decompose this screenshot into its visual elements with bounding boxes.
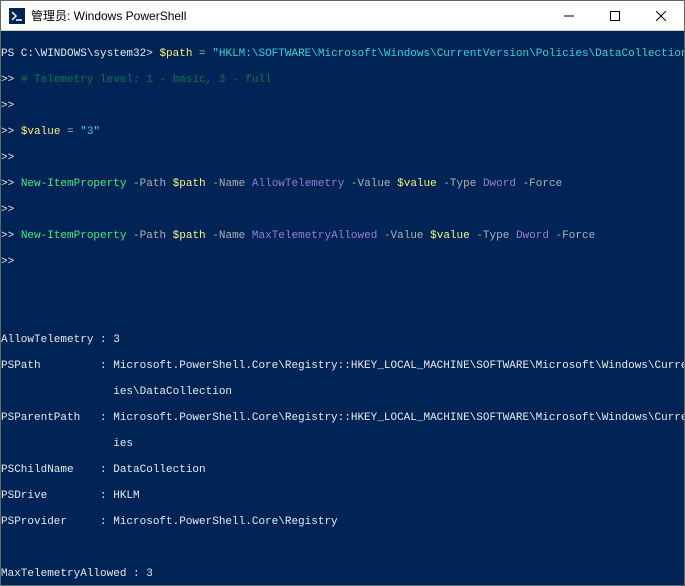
output-line: MaxTelemetryAllowed : 3 xyxy=(1,568,684,581)
ps-param: -Type xyxy=(437,178,483,190)
output-line: AllowTelemetry : 3 xyxy=(1,334,684,347)
ps-string: "3" xyxy=(80,126,100,138)
cont-prompt: >> xyxy=(1,230,14,242)
titlebar[interactable]: 管理员: Windows PowerShell xyxy=(1,1,684,31)
output-line: PSChildName : DataCollection xyxy=(1,464,684,477)
output-line: PSParentPath : Microsoft.PowerShell.Core… xyxy=(1,412,684,425)
ps-value: AllowTelemetry xyxy=(252,178,344,190)
cont-prompt: >> xyxy=(1,204,14,216)
ps-comment: # Telemetry level: 1 - basic, 3 - full xyxy=(21,74,272,86)
minimize-button[interactable] xyxy=(546,1,592,31)
prompt: PS C:\WINDOWS\system32> xyxy=(1,48,153,60)
cont-prompt: >> xyxy=(1,152,14,164)
output-line: ies xyxy=(1,438,684,451)
ps-param: -Path xyxy=(126,230,172,242)
powershell-icon xyxy=(9,8,25,24)
terminal-line: >> $value = "3" xyxy=(1,126,684,139)
ps-param: -Value xyxy=(344,178,397,190)
terminal-line: >> xyxy=(1,204,684,217)
terminal-line: PS C:\WINDOWS\system32> $path = "HKLM:\S… xyxy=(1,48,684,61)
ps-param: -Force xyxy=(516,178,562,190)
ps-variable: $path xyxy=(173,230,206,242)
ps-string: "HKLM:\SOFTWARE\Microsoft\Windows\Curren… xyxy=(212,48,684,60)
terminal-line: >> xyxy=(1,152,684,165)
ps-operator: = xyxy=(60,126,80,138)
ps-param: -Name xyxy=(206,230,252,242)
ps-variable: $value xyxy=(430,230,470,242)
terminal-line: >> New-ItemProperty -Path $path -Name Ma… xyxy=(1,230,684,243)
terminal-area[interactable]: PS C:\WINDOWS\system32> $path = "HKLM:\S… xyxy=(1,31,684,585)
ps-param: -Value xyxy=(377,230,430,242)
terminal-line: >> New-ItemProperty -Path $path -Name Al… xyxy=(1,178,684,191)
terminal-line: >> xyxy=(1,100,684,113)
ps-param: -Force xyxy=(549,230,595,242)
ps-cmdlet: New-ItemProperty xyxy=(21,178,127,190)
ps-variable: $path xyxy=(159,48,192,60)
ps-variable: $value xyxy=(397,178,437,190)
ps-param: -Name xyxy=(206,178,252,190)
terminal-line xyxy=(1,542,684,555)
close-button[interactable] xyxy=(638,1,684,31)
output-line: ies\DataCollection xyxy=(1,386,684,399)
window-title: 管理员: Windows PowerShell xyxy=(31,7,186,24)
terminal-line xyxy=(1,282,684,295)
cont-prompt: >> xyxy=(1,126,14,138)
cont-prompt: >> xyxy=(1,178,14,190)
output-line: PSDrive : HKLM xyxy=(1,490,684,503)
ps-cmdlet: New-ItemProperty xyxy=(21,230,127,242)
ps-param: -Type xyxy=(470,230,516,242)
terminal-line: >> # Telemetry level: 1 - basic, 3 - ful… xyxy=(1,74,684,87)
ps-value: Dword xyxy=(516,230,549,242)
cont-prompt: >> xyxy=(1,256,14,268)
ps-variable: $path xyxy=(173,178,206,190)
powershell-window: 管理员: Windows PowerShell PS C:\WINDOWS\sy… xyxy=(0,0,685,586)
cont-prompt: >> xyxy=(1,100,14,112)
ps-param: -Path xyxy=(126,178,172,190)
output-line: PSProvider : Microsoft.PowerShell.Core\R… xyxy=(1,516,684,529)
terminal-line: >> xyxy=(1,256,684,269)
terminal-line xyxy=(1,308,684,321)
cont-prompt: >> xyxy=(1,74,14,86)
ps-variable: $value xyxy=(21,126,61,138)
ps-value: Dword xyxy=(483,178,516,190)
ps-value: MaxTelemetryAllowed xyxy=(252,230,377,242)
output-line: PSPath : Microsoft.PowerShell.Core\Regis… xyxy=(1,360,684,373)
maximize-button[interactable] xyxy=(592,1,638,31)
ps-operator: = xyxy=(192,48,212,60)
